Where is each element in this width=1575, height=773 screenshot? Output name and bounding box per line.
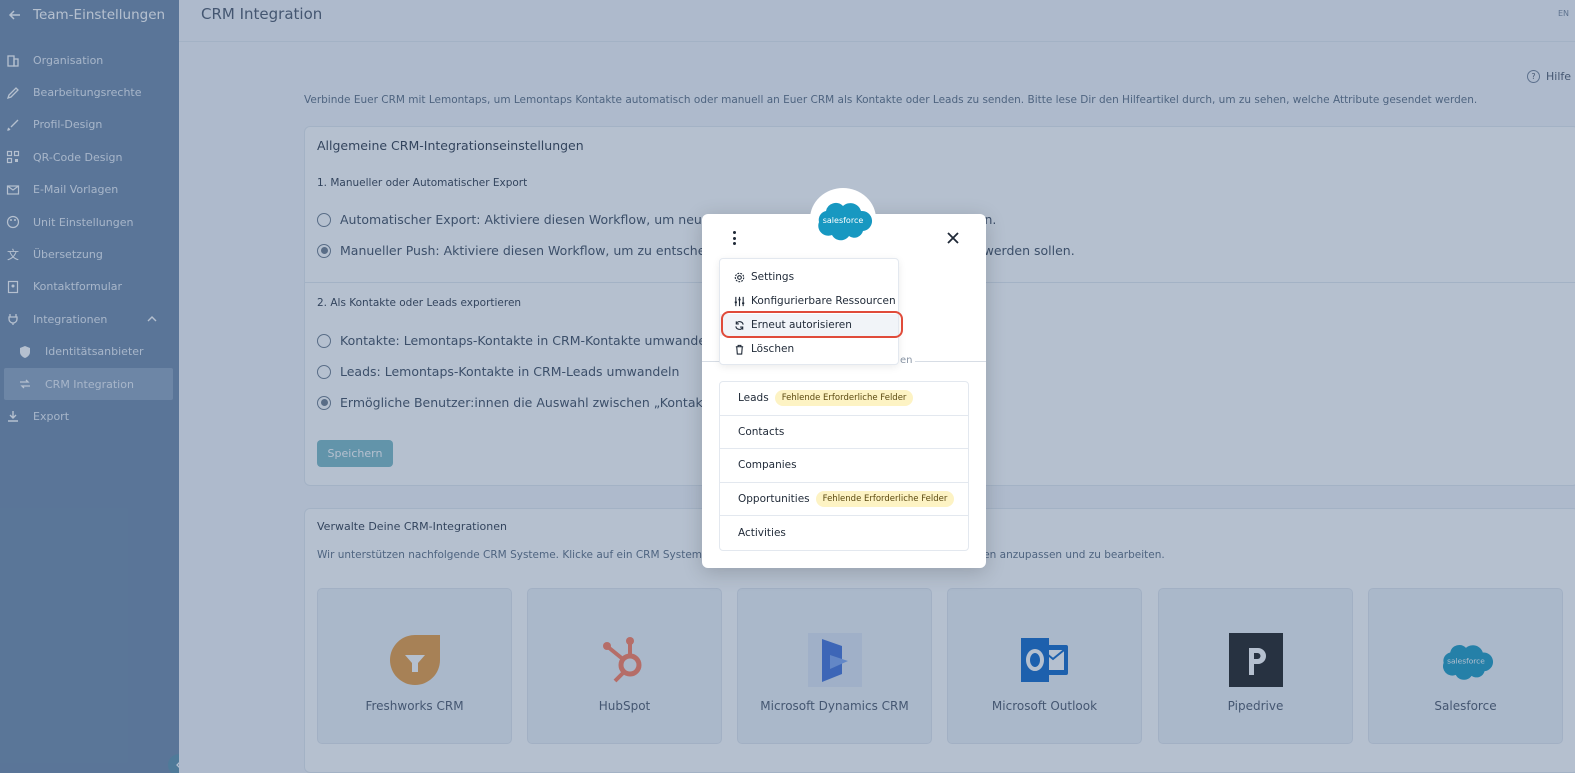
resource-row-activities[interactable]: Activities [720, 516, 968, 550]
menu-item-label: Konfigurierbare Ressourcen [751, 295, 896, 307]
menu-item-label: Settings [751, 271, 795, 283]
menu-item-loeschen[interactable]: Löschen [720, 338, 898, 360]
highlight-ring [721, 311, 903, 338]
gear-icon [733, 271, 745, 283]
resource-label: Companies [738, 459, 797, 472]
sliders-icon [733, 295, 745, 307]
menu-item-label: Löschen [751, 343, 795, 355]
salesforce-badge-text: salesforce [823, 216, 864, 225]
menu-item-settings[interactable]: Settings [720, 266, 898, 288]
resource-label: Opportunities [738, 492, 810, 505]
resource-label: Leads [738, 392, 769, 405]
resource-row-contacts[interactable]: Contacts [720, 416, 968, 449]
more-options-icon[interactable] [728, 229, 740, 247]
resource-row-opportunities[interactable]: Opportunities Fehlende Erforderliche Fel… [720, 483, 968, 516]
salesforce-badge: salesforce [810, 188, 876, 250]
resource-list: Leads Fehlende Erforderliche Felder Cont… [719, 381, 969, 551]
section-divider-label: en [898, 355, 915, 366]
resource-label: Contacts [738, 425, 785, 438]
salesforce-logo-icon: salesforce [818, 202, 873, 241]
resource-label: Activities [738, 526, 786, 539]
close-icon[interactable] [945, 230, 961, 246]
missing-fields-badge: Fehlende Erforderliche Felder [774, 390, 914, 407]
menu-item-konfigurierbare-ressourcen[interactable]: Konfigurierbare Ressourcen [720, 290, 898, 312]
missing-fields-badge: Fehlende Erforderliche Felder [815, 490, 955, 507]
trash-icon [733, 343, 745, 355]
resource-row-companies[interactable]: Companies [720, 449, 968, 483]
resource-row-leads[interactable]: Leads Fehlende Erforderliche Felder [720, 382, 968, 416]
